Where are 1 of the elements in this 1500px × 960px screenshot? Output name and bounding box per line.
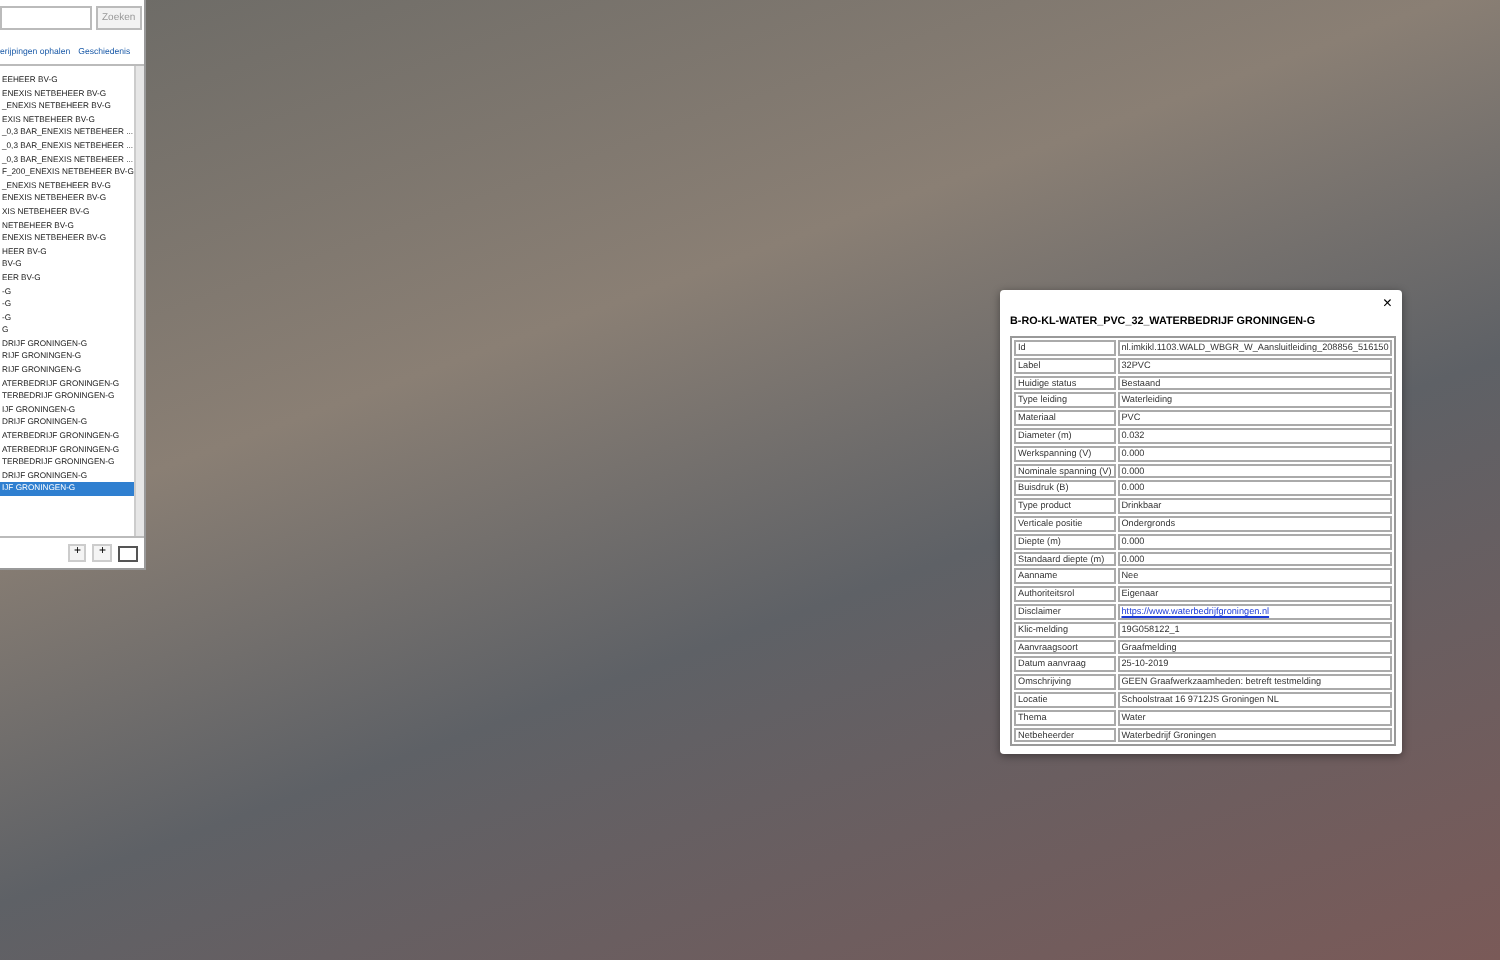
close-button[interactable]: ×: [1382, 296, 1392, 312]
